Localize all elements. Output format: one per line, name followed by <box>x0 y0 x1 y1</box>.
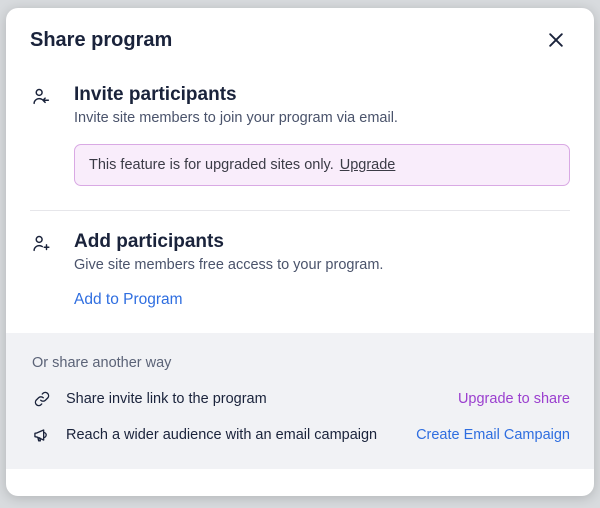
upgrade-link[interactable]: Upgrade <box>340 157 396 173</box>
invite-title: Invite participants <box>74 84 570 106</box>
upgrade-banner-text: This feature is for upgraded sites only. <box>89 157 334 173</box>
share-footer: Or share another way Share invite link t… <box>6 333 594 469</box>
create-email-campaign-link[interactable]: Create Email Campaign <box>416 427 570 443</box>
upgrade-banner: This feature is for upgraded sites only.… <box>74 144 570 186</box>
person-arrow-icon <box>30 84 74 186</box>
share-program-modal: Share program Invite participants Invite… <box>6 8 594 496</box>
share-link-text: Share invite link to the program <box>66 391 444 407</box>
modal-title: Share program <box>30 29 172 52</box>
add-desc: Give site members free access to your pr… <box>74 257 570 273</box>
email-campaign-row: Reach a wider audience with an email cam… <box>32 425 570 445</box>
link-icon <box>32 389 52 409</box>
close-icon <box>546 30 566 50</box>
email-campaign-text: Reach a wider audience with an email cam… <box>66 427 402 443</box>
modal-header: Share program <box>6 8 594 64</box>
megaphone-icon <box>32 425 52 445</box>
add-title: Add participants <box>74 231 570 253</box>
add-to-program-link[interactable]: Add to Program <box>74 291 183 309</box>
invite-desc: Invite site members to join your program… <box>74 110 570 126</box>
person-plus-icon <box>30 231 74 309</box>
close-button[interactable] <box>542 26 570 54</box>
invite-section: Invite participants Invite site members … <box>6 64 594 210</box>
add-body: Add participants Give site members free … <box>74 231 570 309</box>
share-link-row: Share invite link to the program Upgrade… <box>32 389 570 409</box>
add-section: Add participants Give site members free … <box>6 211 594 333</box>
footer-heading: Or share another way <box>32 355 570 371</box>
upgrade-to-share-link[interactable]: Upgrade to share <box>458 391 570 407</box>
invite-body: Invite participants Invite site members … <box>74 84 570 186</box>
